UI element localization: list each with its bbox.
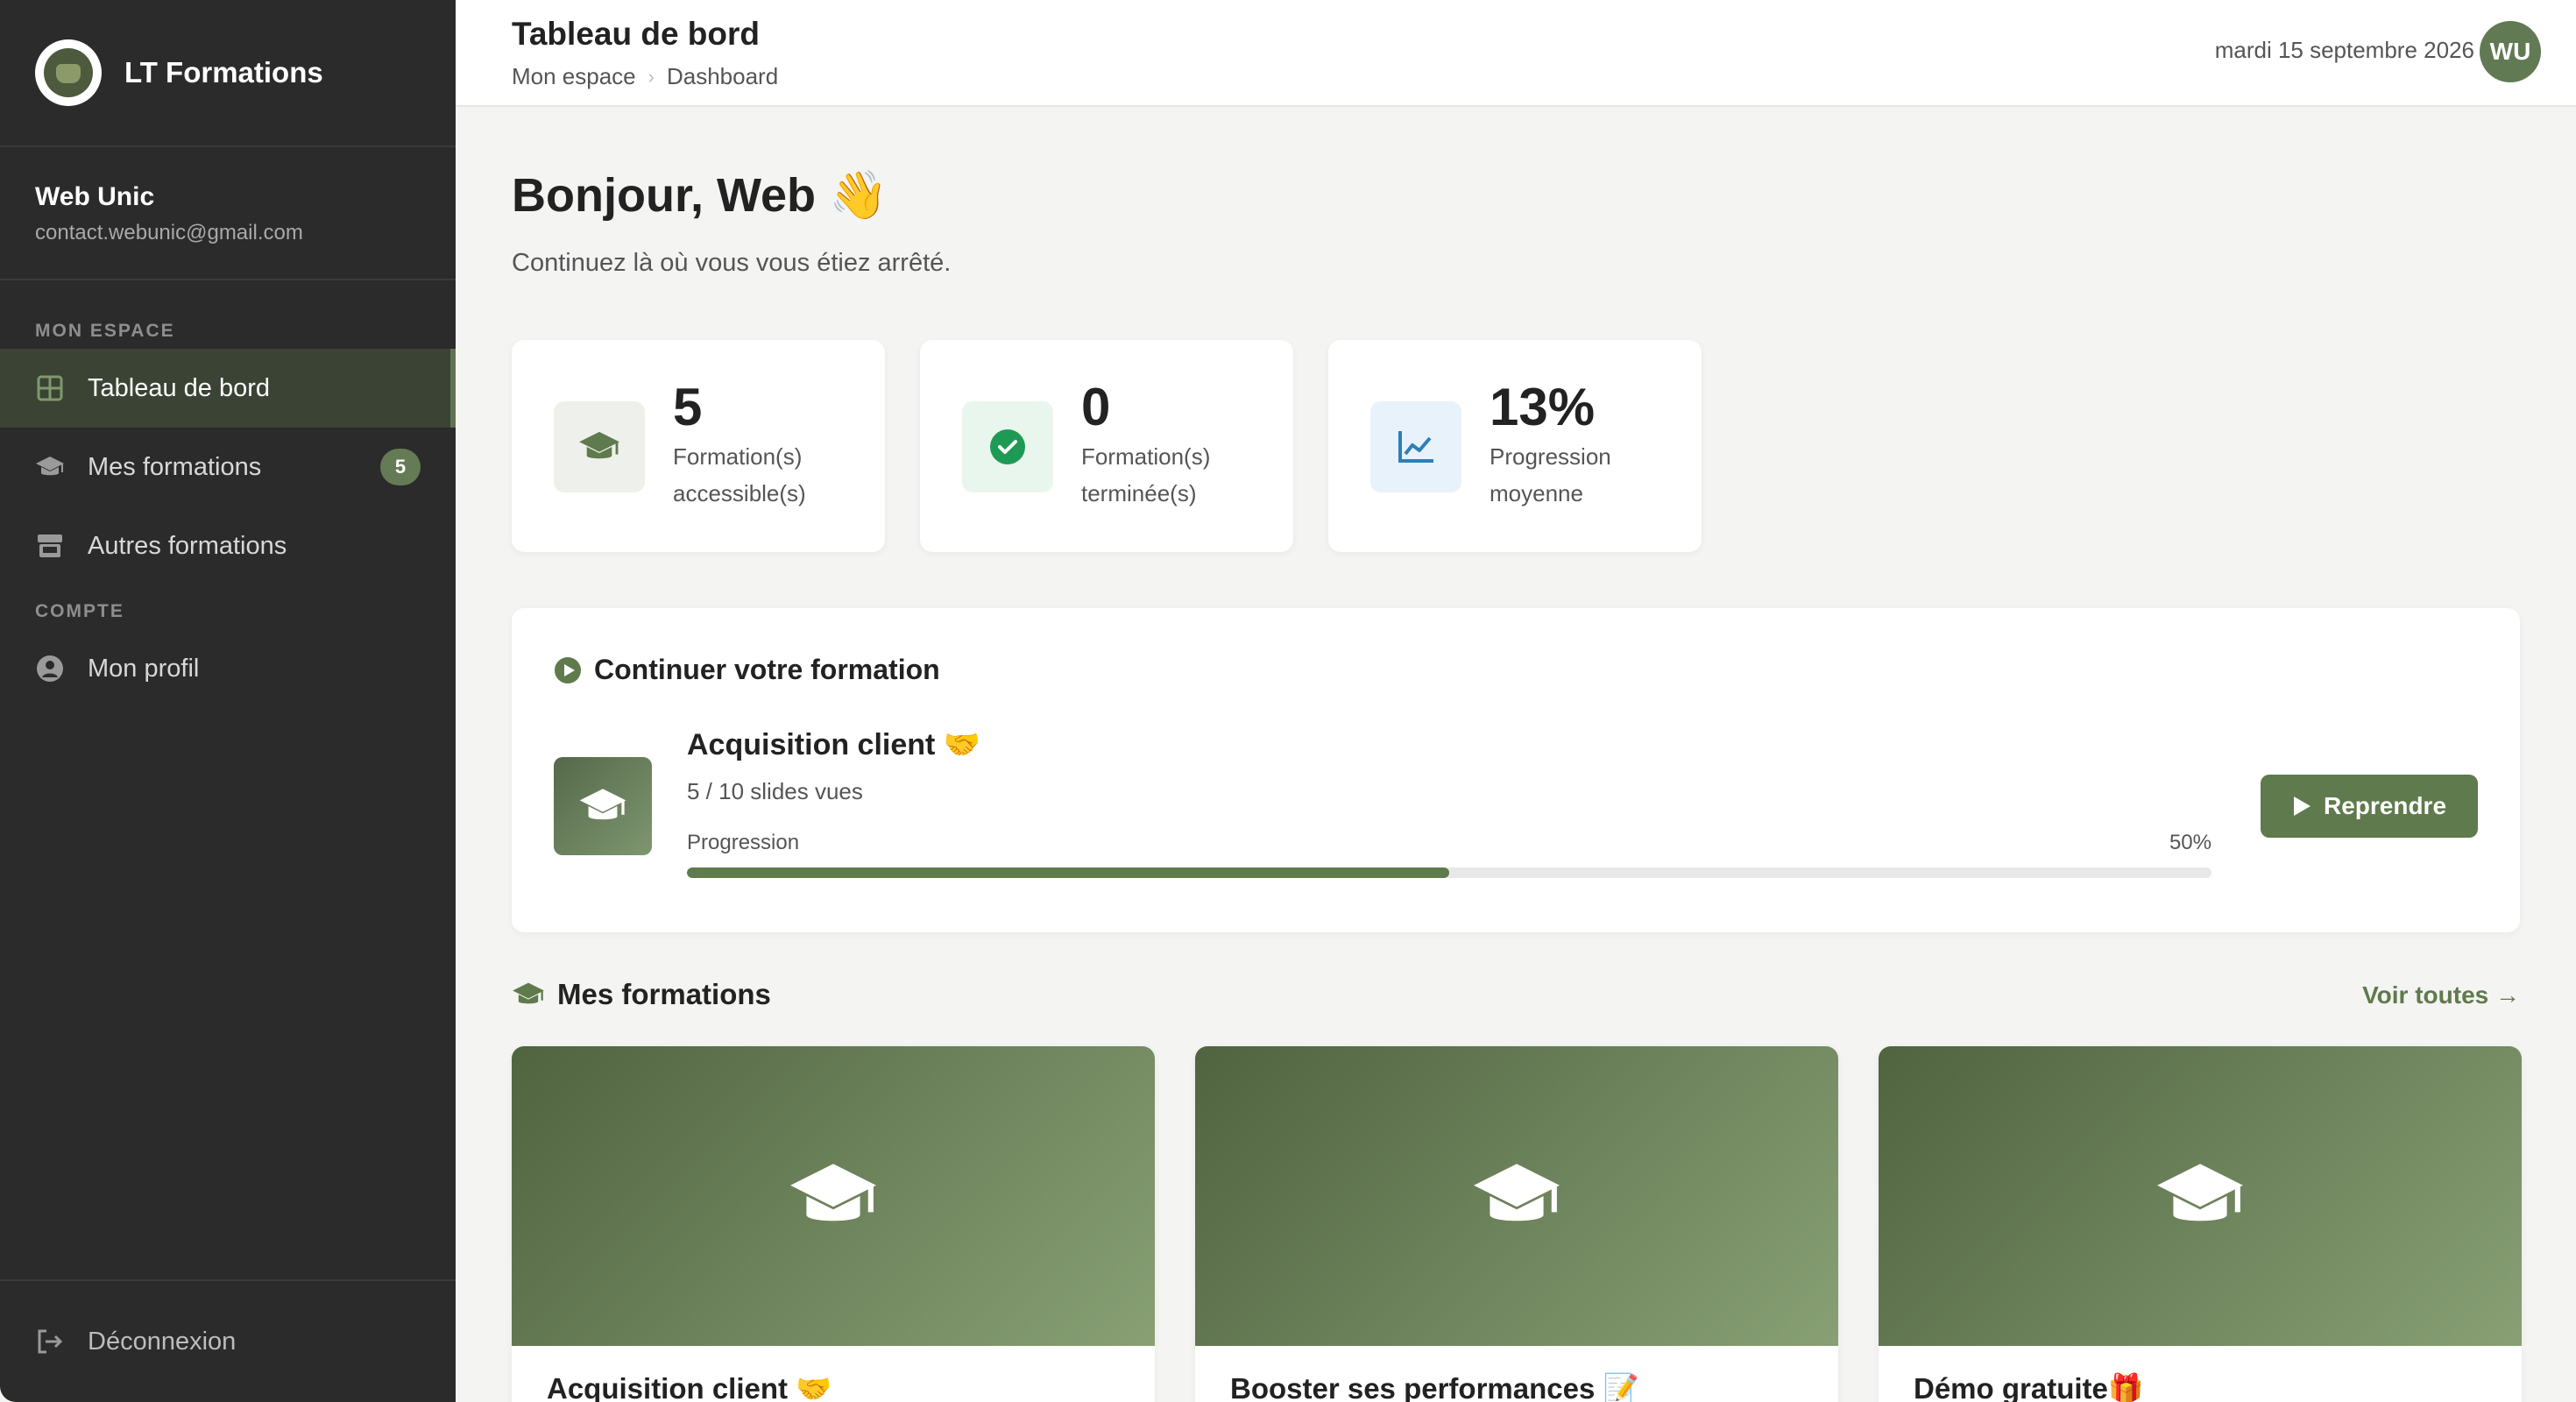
sidebar-item-mon-profil[interactable]: Mon profil — [0, 629, 456, 708]
sidebar-item-label: Mon profil — [88, 654, 200, 683]
stat-label: Formation(s) accessible(s) — [673, 443, 806, 506]
user-circle-icon — [35, 654, 65, 683]
course-cover — [512, 1046, 1155, 1346]
course-title: Booster ses performances 📝 — [1230, 1372, 1639, 1402]
continue-slides-count: 5 / 10 slides vues — [687, 778, 863, 804]
sidebar: LT Formations Web Unic contact.webunic@g… — [0, 0, 456, 1402]
sidebar-item-autres-formations[interactable]: Autres formations — [0, 506, 456, 585]
graduation-cap-icon — [554, 401, 645, 492]
see-all-link[interactable]: Voir toutes → — [2362, 981, 2520, 1009]
sidebar-item-mes-formations[interactable]: Mes formations 5 — [0, 428, 456, 506]
section-title-mon-espace: MON ESPACE — [35, 321, 175, 341]
graduation-cap-icon — [513, 982, 544, 1004]
stat-value: 13% — [1490, 378, 1596, 436]
sidebar-item-label: Tableau de bord — [88, 373, 270, 402]
sidebar-item-label: Autres formations — [88, 531, 287, 560]
course-cover — [1195, 1046, 1838, 1346]
breadcrumb-item-dashboard: Dashboard — [666, 63, 779, 89]
sidebar-item-label: Mes formations — [88, 452, 262, 481]
play-icon — [2293, 797, 2311, 816]
continue-title-label: Continuer votre formation — [594, 654, 940, 685]
progress-label: Progression — [687, 831, 800, 854]
grid-icon — [35, 373, 65, 403]
user-name: Web Unic — [35, 182, 155, 211]
line-chart-icon — [1370, 401, 1461, 492]
resume-label: Reprendre — [2323, 792, 2447, 819]
avatar[interactable]: WU — [2480, 21, 2541, 82]
course-title: Démo gratuite🎁 — [1914, 1372, 2144, 1402]
course-card[interactable]: Acquisition client 🤝 — [512, 1046, 1155, 1402]
logout-label: Déconnexion — [88, 1327, 237, 1356]
my-courses-heading: Mes formations — [512, 978, 771, 1011]
continue-course-card: Continuer votre formation Acquisition cl… — [512, 608, 2520, 932]
course-card[interactable]: Booster ses performances 📝 — [1195, 1046, 1838, 1402]
course-cover — [1879, 1046, 2522, 1346]
continue-title: Continuer votre formation — [554, 654, 940, 686]
progress-percent: 50% — [2169, 831, 2212, 854]
greeting: Bonjour, Web 👋 — [512, 169, 888, 222]
stat-label: Formation(s) terminée(s) — [1081, 443, 1211, 506]
course-thumbnail — [554, 757, 652, 855]
my-courses-title: Mes formations — [557, 978, 771, 1010]
brand-logo — [35, 39, 102, 106]
sidebar-item-tableau-de-bord[interactable]: Tableau de bord — [0, 349, 456, 428]
logout-button[interactable]: Déconnexion — [0, 1279, 456, 1402]
progress-bar — [687, 867, 2212, 878]
brand[interactable]: LT Formations — [0, 0, 456, 147]
store-icon — [35, 531, 65, 561]
count-badge: 5 — [380, 449, 421, 485]
continue-course-title: Acquisition client 🤝 — [687, 728, 981, 761]
play-circle-icon — [555, 656, 581, 683]
course-title: Acquisition client 🤝 — [547, 1372, 832, 1402]
stat-card-completed: 0 Formation(s) terminée(s) — [920, 340, 1293, 552]
resume-button[interactable]: Reprendre — [2261, 775, 2478, 838]
stat-card-accessible: 5 Formation(s) accessible(s) — [512, 340, 885, 552]
section-title-compte: COMPTE — [35, 601, 124, 621]
top-header: Tableau de bord Mon espace › Dashboard m… — [456, 0, 2576, 107]
page-title: Tableau de bord — [512, 16, 761, 52]
stat-value: 5 — [673, 378, 703, 436]
logout-icon — [35, 1327, 65, 1356]
brand-name: LT Formations — [124, 56, 323, 89]
breadcrumb-separator-icon: › — [648, 65, 655, 88]
current-date: mardi 15 septembre 2026 — [2214, 37, 2474, 63]
stat-value: 0 — [1081, 378, 1111, 436]
breadcrumb: Mon espace › Dashboard — [512, 63, 778, 90]
stat-card-progress: 13% Progression moyenne — [1328, 340, 1702, 552]
graduation-cap-icon — [579, 789, 626, 820]
course-card[interactable]: Démo gratuite🎁 — [1879, 1046, 2522, 1402]
breadcrumb-item-mon-espace[interactable]: Mon espace — [512, 63, 636, 90]
graduation-cap-icon — [790, 1164, 876, 1221]
check-circle-icon — [962, 401, 1053, 492]
stat-label: Progression moyenne — [1490, 443, 1611, 506]
graduation-cap-icon — [1474, 1164, 1560, 1221]
user-email: contact.webunic@gmail.com — [35, 221, 303, 244]
user-info: Web Unic contact.webunic@gmail.com — [0, 147, 456, 280]
greeting-subtitle: Continuez là où vous vous étiez arrêté. — [512, 249, 952, 277]
progress-bar-fill — [687, 867, 1449, 878]
graduation-cap-icon — [35, 452, 65, 482]
graduation-cap-icon — [2157, 1164, 2243, 1221]
